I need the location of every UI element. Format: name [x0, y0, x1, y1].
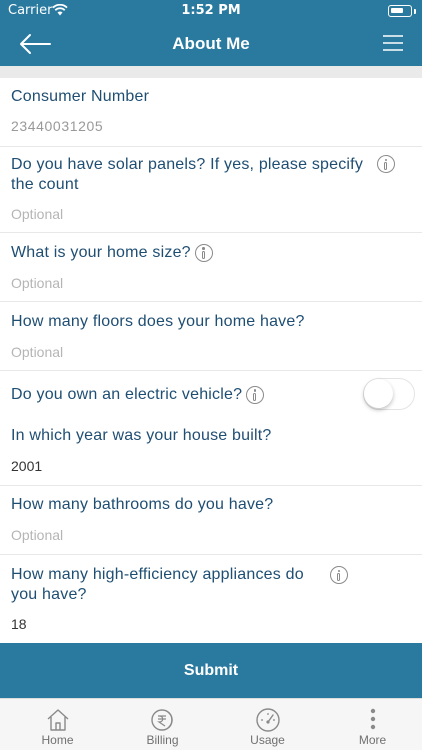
- status-time: 1:52 PM: [181, 3, 241, 18]
- app-header: Carrier 1:52 PM About Me: [0, 0, 422, 66]
- submit-button[interactable]: Submit: [0, 643, 422, 698]
- page-title: About Me: [172, 34, 250, 53]
- year-built-field: In which year was your house built? 2001: [0, 417, 422, 486]
- tab-usage-label: Usage: [250, 733, 285, 747]
- tab-home[interactable]: Home: [5, 699, 110, 750]
- tab-usage[interactable]: Usage: [215, 699, 320, 750]
- info-icon[interactable]: [246, 385, 265, 404]
- battery-tip: [414, 9, 416, 14]
- electric-vehicle-field: Do you own an electric vehicle?: [0, 371, 422, 417]
- electric-vehicle-label: Do you own an electric vehicle?: [11, 386, 243, 403]
- home-icon: [47, 709, 69, 731]
- bathrooms-field: How many bathrooms do you have? Optional: [0, 486, 422, 555]
- rupee-icon: [151, 709, 173, 731]
- hamburger-menu-icon[interactable]: [382, 33, 404, 53]
- appliances-input[interactable]: 18: [11, 616, 27, 632]
- bathrooms-input[interactable]: Optional: [11, 527, 63, 543]
- tab-billing-label: Billing: [146, 733, 179, 747]
- status-bar: Carrier 1:52 PM: [0, 0, 422, 22]
- tab-bar: Home Billing Usage More: [0, 698, 422, 750]
- floors-input[interactable]: Optional: [11, 344, 63, 360]
- battery-icon: [388, 5, 412, 17]
- gauge-icon: [256, 708, 280, 732]
- header-divider: [0, 66, 422, 78]
- floors-label: How many floors does your home have?: [11, 313, 305, 330]
- tab-home-label: Home: [41, 733, 74, 747]
- year-built-input[interactable]: 2001: [11, 458, 42, 474]
- solar-panels-label: Do you have solar panels? If yes, please…: [11, 156, 364, 193]
- more-vertical-icon: [370, 708, 376, 730]
- tab-more-label: More: [358, 733, 387, 747]
- appliances-label: How many high-efficiency appliances do y…: [11, 566, 304, 603]
- info-icon[interactable]: [330, 566, 348, 584]
- floors-field: How many floors does your home have? Opt…: [0, 302, 422, 371]
- home-size-input[interactable]: Optional: [11, 275, 63, 291]
- home-size-label: What is your home size?: [11, 244, 191, 261]
- home-size-field: What is your home size? Optional: [0, 233, 422, 302]
- consumer-number-label: Consumer Number: [11, 88, 150, 105]
- toggle-knob: [364, 379, 393, 408]
- consumer-number-value: 23440031205: [11, 118, 104, 134]
- tab-more[interactable]: More: [320, 699, 422, 750]
- info-icon[interactable]: [377, 155, 395, 173]
- year-built-label: In which year was your house built?: [11, 427, 272, 444]
- solar-panels-field: Do you have solar panels? If yes, please…: [0, 147, 422, 233]
- consumer-number-field: Consumer Number 23440031205: [0, 78, 422, 147]
- appliances-field: How many high-efficiency appliances do y…: [0, 555, 422, 643]
- info-icon[interactable]: [194, 243, 213, 262]
- solar-panels-input[interactable]: Optional: [11, 206, 63, 222]
- bathrooms-label: How many bathrooms do you have?: [11, 496, 274, 513]
- tab-billing[interactable]: Billing: [110, 699, 215, 750]
- electric-vehicle-toggle[interactable]: [363, 378, 415, 410]
